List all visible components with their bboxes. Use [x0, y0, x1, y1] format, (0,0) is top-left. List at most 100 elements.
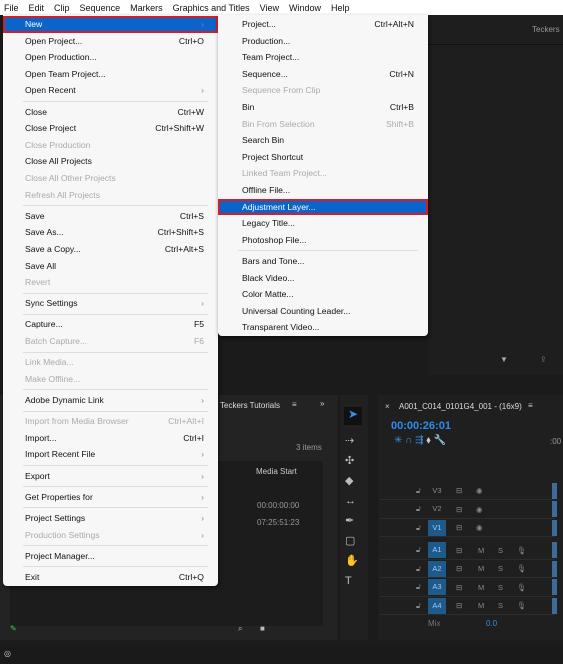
menu-item-project-shortcut[interactable]: Project Shortcut	[218, 149, 428, 166]
track-label[interactable]: V1	[428, 519, 446, 536]
menu-item-project[interactable]: Project... Ctrl+Alt+N	[218, 16, 428, 33]
mic-icon[interactable]: 🎙︎	[517, 583, 527, 592]
menu-item-save-a-copy[interactable]: Save a Copy... Ctrl+Alt+S	[3, 241, 218, 258]
tool-icons[interactable]: ⇢ ✣ ◆ ↔ ✒ ▢ ✋ T	[345, 431, 359, 591]
solo-button[interactable]: S	[498, 546, 503, 555]
menu-clip[interactable]: Clip	[54, 3, 70, 13]
clip[interactable]	[552, 542, 557, 558]
menu-help[interactable]: Help	[331, 3, 350, 13]
mix-value[interactable]: 0.0	[486, 619, 497, 628]
mute-button[interactable]: M	[478, 601, 484, 610]
menu-item-universal-counting-leader[interactable]: Universal Counting Leader...	[218, 303, 428, 320]
eye-icon[interactable]: ◉	[476, 505, 483, 514]
menu-window[interactable]: Window	[289, 3, 321, 13]
expand-panels-icon[interactable]: »	[320, 399, 324, 408]
track-label[interactable]: A1	[428, 542, 446, 558]
menu-item-project-settings[interactable]: Project Settings ›	[3, 510, 218, 527]
mute-button[interactable]: M	[478, 564, 484, 573]
track-label[interactable]: A2	[428, 560, 446, 577]
mic-icon[interactable]: 🎙︎	[517, 546, 527, 555]
mic-icon[interactable]: 🎙︎	[517, 601, 527, 610]
timeline-tool-icons[interactable]: ✳ ∩ ⇶ ⬧ 🔧	[394, 435, 446, 446]
sync-icon[interactable]: ⊟	[456, 583, 462, 592]
menu-item-export[interactable]: Export ›	[3, 468, 218, 485]
clip[interactable]	[552, 519, 557, 536]
clip[interactable]	[552, 579, 557, 595]
lock-icon[interactable]: 🔓︎	[416, 601, 421, 611]
sequence-tab[interactable]: A001_C014_0101G4_001 - (16x9)	[399, 402, 522, 411]
track-header[interactable]: 🔓︎ V2 ⊟ ◉	[380, 501, 557, 519]
menu-item-legacy-title[interactable]: Legacy Title...	[218, 215, 428, 232]
clip[interactable]	[552, 597, 557, 614]
menu-item-exit[interactable]: Exit Ctrl+Q	[3, 569, 218, 586]
mic-icon[interactable]: 🎙︎	[517, 564, 527, 573]
menu-item-link-media[interactable]: Link Media...	[3, 354, 218, 371]
mute-button[interactable]: M	[478, 546, 484, 555]
menu-item-bars-and-tone[interactable]: Bars and Tone...	[218, 253, 428, 270]
menu-item-batch-capture[interactable]: Batch Capture... F6	[3, 333, 218, 350]
menu-item-new[interactable]: New ›	[3, 16, 218, 33]
clip[interactable]	[552, 501, 557, 517]
track-header[interactable]: 🔓︎ A1 ⊟ M S 🎙︎	[380, 542, 557, 560]
lock-icon[interactable]: 🔓︎	[416, 504, 421, 514]
menu-item-production[interactable]: Production...	[218, 33, 428, 50]
menu-item-close-project[interactable]: Close Project Ctrl+Shift+W	[3, 120, 218, 137]
menu-item-project-manager[interactable]: Project Manager...	[3, 548, 218, 565]
timecode[interactable]: 00:00:26:01	[391, 420, 451, 432]
new-bin-icon[interactable]: ■	[260, 624, 265, 633]
menu-item-save[interactable]: Save Ctrl+S	[3, 208, 218, 225]
menu-item-import[interactable]: Import... Ctrl+I	[3, 430, 218, 447]
menu-item-make-offline[interactable]: Make Offline...	[3, 371, 218, 388]
menu-graphics-and-titles[interactable]: Graphics and Titles	[173, 3, 250, 13]
menu-item-linked-team-project[interactable]: Linked Team Project...	[218, 165, 428, 182]
track-header[interactable]: 🔓︎ V1 ⊟ ◉	[380, 519, 557, 537]
menu-item-open-recent[interactable]: Open Recent ›	[3, 82, 218, 99]
menu-item-team-project[interactable]: Team Project...	[218, 49, 428, 66]
menu-item-open-team-project[interactable]: Open Team Project...	[3, 66, 218, 83]
menu-item-close-all-projects[interactable]: Close All Projects	[3, 153, 218, 170]
panel-tab[interactable]: Teckers	[532, 25, 560, 34]
sync-icon[interactable]: ⊟	[456, 564, 462, 573]
menu-item-black-video[interactable]: Black Video...	[218, 270, 428, 287]
track-header[interactable]: 🔓︎ A2 ⊟ M S 🎙︎	[380, 560, 557, 578]
sync-icon[interactable]: ⊟	[456, 546, 462, 555]
selection-tool-icon[interactable]: ➤	[344, 407, 362, 425]
menu-item-production-settings[interactable]: Production Settings ›	[3, 527, 218, 544]
menu-edit[interactable]: Edit	[29, 3, 45, 13]
menu-view[interactable]: View	[260, 3, 279, 13]
track-label[interactable]: V3	[428, 483, 446, 499]
eye-icon[interactable]: ◉	[476, 523, 483, 532]
track-label[interactable]: A4	[428, 597, 446, 614]
sync-icon[interactable]: ⊟	[456, 523, 462, 532]
menu-item-save-all[interactable]: Save All	[3, 258, 218, 275]
menu-item-color-matte[interactable]: Color Matte...	[218, 286, 428, 303]
track-header[interactable]: 🔓︎ A3 ⊟ M S 🎙︎	[380, 579, 557, 597]
menu-item-adjustment-layer[interactable]: Adjustment Layer...	[218, 198, 428, 216]
mute-button[interactable]: M	[478, 583, 484, 592]
export-frame-icon[interactable]: ⇪	[540, 355, 547, 364]
search-icon[interactable]: ⌕	[238, 624, 242, 634]
sync-icon[interactable]: ⊟	[456, 505, 462, 514]
clip[interactable]	[552, 482, 557, 499]
menu-item-close-production[interactable]: Close Production	[3, 137, 218, 154]
menu-item-adobe-dynamic-link[interactable]: Adobe Dynamic Link ›	[3, 392, 218, 409]
pencil-icon[interactable]: ✎	[10, 624, 17, 633]
panel-menu-icon[interactable]: ≡	[292, 400, 297, 409]
menu-item-sequence[interactable]: Sequence... Ctrl+N	[218, 66, 428, 83]
solo-button[interactable]: S	[498, 583, 503, 592]
project-tab[interactable]: Teckers Tutorials	[220, 401, 280, 410]
menu-markers[interactable]: Markers	[130, 3, 163, 13]
menu-item-search-bin[interactable]: Search Bin	[218, 132, 428, 149]
menu-item-capture[interactable]: Capture... F5	[3, 316, 218, 333]
menu-item-close[interactable]: Close Ctrl+W	[3, 104, 218, 121]
menu-item-sequence-from-clip[interactable]: Sequence From Clip	[218, 82, 428, 99]
eye-icon[interactable]: ◉	[476, 486, 483, 495]
menu-item-open-production[interactable]: Open Production...	[3, 49, 218, 66]
sync-icon[interactable]: ⊟	[456, 486, 462, 495]
panel-menu-icon[interactable]: ≡	[528, 401, 533, 410]
lock-icon[interactable]: 🔓︎	[416, 523, 421, 533]
menu-item-bin[interactable]: Bin Ctrl+B	[218, 99, 428, 116]
filter-icon[interactable]: ▼	[500, 355, 508, 364]
menu-item-transparent-video[interactable]: Transparent Video...	[218, 319, 428, 336]
menu-item-open-project[interactable]: Open Project... Ctrl+O	[3, 33, 218, 50]
